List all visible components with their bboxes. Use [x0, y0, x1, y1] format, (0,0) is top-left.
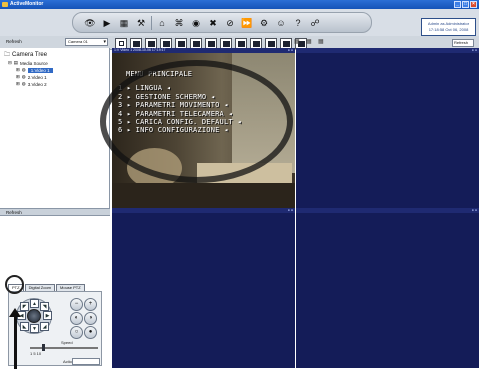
close-icon[interactable]: × [470, 1, 477, 8]
minimize-icon[interactable]: _ [454, 1, 461, 8]
annotation-arrow [9, 308, 21, 369]
title-bar: ActiveMonitor _ □ × [0, 0, 479, 9]
video-3-controls[interactable]: ● ● [288, 208, 293, 213]
annotation-oval [100, 60, 293, 183]
tab-digital-zoom[interactable]: Digital Zoom [24, 284, 56, 291]
user-icon[interactable]: ☺ [274, 16, 288, 30]
speed-slider-knob[interactable] [42, 344, 45, 351]
forward-icon[interactable]: ⏩ [240, 16, 254, 30]
ptz-up-left-button[interactable]: ◤ [20, 302, 29, 311]
grid-medium-icon[interactable]: ▦ [306, 38, 314, 47]
video-4-controls[interactable]: ● ● [472, 208, 477, 213]
video-view-2[interactable]: ● ● [296, 48, 479, 208]
annotation-ring [5, 275, 24, 294]
tree-root-icon: 🗀 [4, 52, 11, 58]
ptz-right-button[interactable]: ▶ [43, 311, 52, 320]
camera-icon: ◍ [21, 74, 26, 79]
network-icon[interactable]: ☍ [308, 16, 322, 30]
expand-icon[interactable]: ⊞ [16, 67, 20, 73]
video-view-4[interactable]: ● ● [296, 208, 479, 368]
zoom-out-icon[interactable]: − [70, 298, 83, 311]
tab-mouse-ptz[interactable]: Mouse PTZ [56, 284, 85, 291]
grid-large-icon[interactable]: ▦ [318, 38, 326, 47]
iris-open-icon[interactable]: ○ [70, 326, 83, 339]
grid-size-icons: ▦ ▦ ▦ [294, 38, 326, 47]
stop-icon[interactable]: ✖ [206, 16, 220, 30]
view-eye-icon[interactable]: 👁 [83, 16, 97, 30]
expand-icon[interactable]: ⊞ [16, 81, 20, 87]
main-toolbar: 👁 ▶ ▦ ⚒ ⌂ ⌘ ◉ ✖ ⊘ ⏩ ⚙ ☺ ? ☍ [72, 12, 372, 33]
ptz-down-right-button[interactable]: ◢ [40, 322, 49, 331]
video-3-header: ● ● [112, 208, 295, 213]
login-status: Admin as Administrator 17:18:58 Oct 06, … [421, 18, 476, 36]
grid-small-icon[interactable]: ▦ [294, 38, 302, 47]
focus-near-icon[interactable]: ◑ [84, 312, 97, 325]
expand-icon[interactable]: ⊞ [16, 74, 20, 80]
left-refresh-bar: Refresh [0, 208, 110, 216]
camera-select[interactable]: Camera 01 [65, 38, 108, 46]
ptz-home-button[interactable] [27, 309, 41, 323]
focus-far-icon[interactable]: ◐ [70, 312, 83, 325]
disable-icon[interactable]: ⊘ [223, 16, 237, 30]
separator [151, 15, 152, 30]
camera-tree-panel: 🗀 Camera Tree ⊟ ▤ Media Source ⊞ ◍ 1.Vid… [0, 48, 110, 208]
slider-scale: 1 5 10 [30, 351, 42, 356]
maximize-icon[interactable]: □ [462, 1, 469, 8]
window-controls: _ □ × [454, 1, 477, 8]
ptz-up-right-button[interactable]: ◥ [40, 302, 49, 311]
app-title: ActiveMonitor [10, 1, 44, 7]
app-logo-icon [2, 2, 8, 7]
camera-icon[interactable]: ⌘ [172, 16, 186, 30]
snapshot-icon[interactable]: ⌂ [155, 16, 169, 30]
video-2-controls[interactable]: ● ● [472, 48, 477, 53]
refresh-dropdown[interactable]: Refresh [452, 39, 474, 47]
ptz-up-button[interactable]: ▲ [30, 299, 39, 308]
video-view-3[interactable]: ● ● [112, 208, 295, 368]
video-2-header: ● ● [296, 48, 479, 53]
record-icon[interactable]: ◉ [189, 16, 203, 30]
media-source-icon: ▤ [13, 60, 19, 65]
tree-item-2[interactable]: ⊞ ◍ 2.Video 1 [16, 74, 47, 80]
tools-icon[interactable]: ⚒ [134, 16, 148, 30]
speed-label: Speed [61, 340, 73, 345]
help-icon[interactable]: ? [291, 16, 305, 30]
zoom-in-icon[interactable]: + [84, 298, 97, 311]
camera-tree-title: 🗀 Camera Tree [4, 52, 48, 58]
camera-icon: ◍ [21, 67, 26, 72]
login-datetime: 17:18:58 Oct 06, 2008 [428, 27, 469, 32]
speed-slider[interactable] [30, 344, 98, 351]
ptz-down-button[interactable]: ▼ [30, 324, 39, 333]
tree-item-1[interactable]: ⊞ ◍ 1.Video 1 [16, 67, 53, 73]
video-4-header: ● ● [296, 208, 479, 213]
collapse-icon[interactable]: ⊟ [8, 60, 12, 66]
refresh-label: Refresh [6, 39, 22, 44]
settings-icon[interactable]: ⚙ [257, 16, 271, 30]
camera-icon: ◍ [21, 81, 26, 86]
action-select[interactable] [72, 358, 100, 365]
ptz-down-left-button[interactable]: ◣ [20, 322, 29, 331]
grid-icon[interactable]: ▦ [117, 16, 131, 30]
iris-close-icon[interactable]: ● [84, 326, 97, 339]
playback-icon[interactable]: ▶ [100, 16, 114, 30]
tree-item-3[interactable]: ⊞ ◍ 3.Video 2 [16, 81, 47, 87]
tree-media-source[interactable]: ⊟ ▤ Media Source [8, 60, 48, 66]
